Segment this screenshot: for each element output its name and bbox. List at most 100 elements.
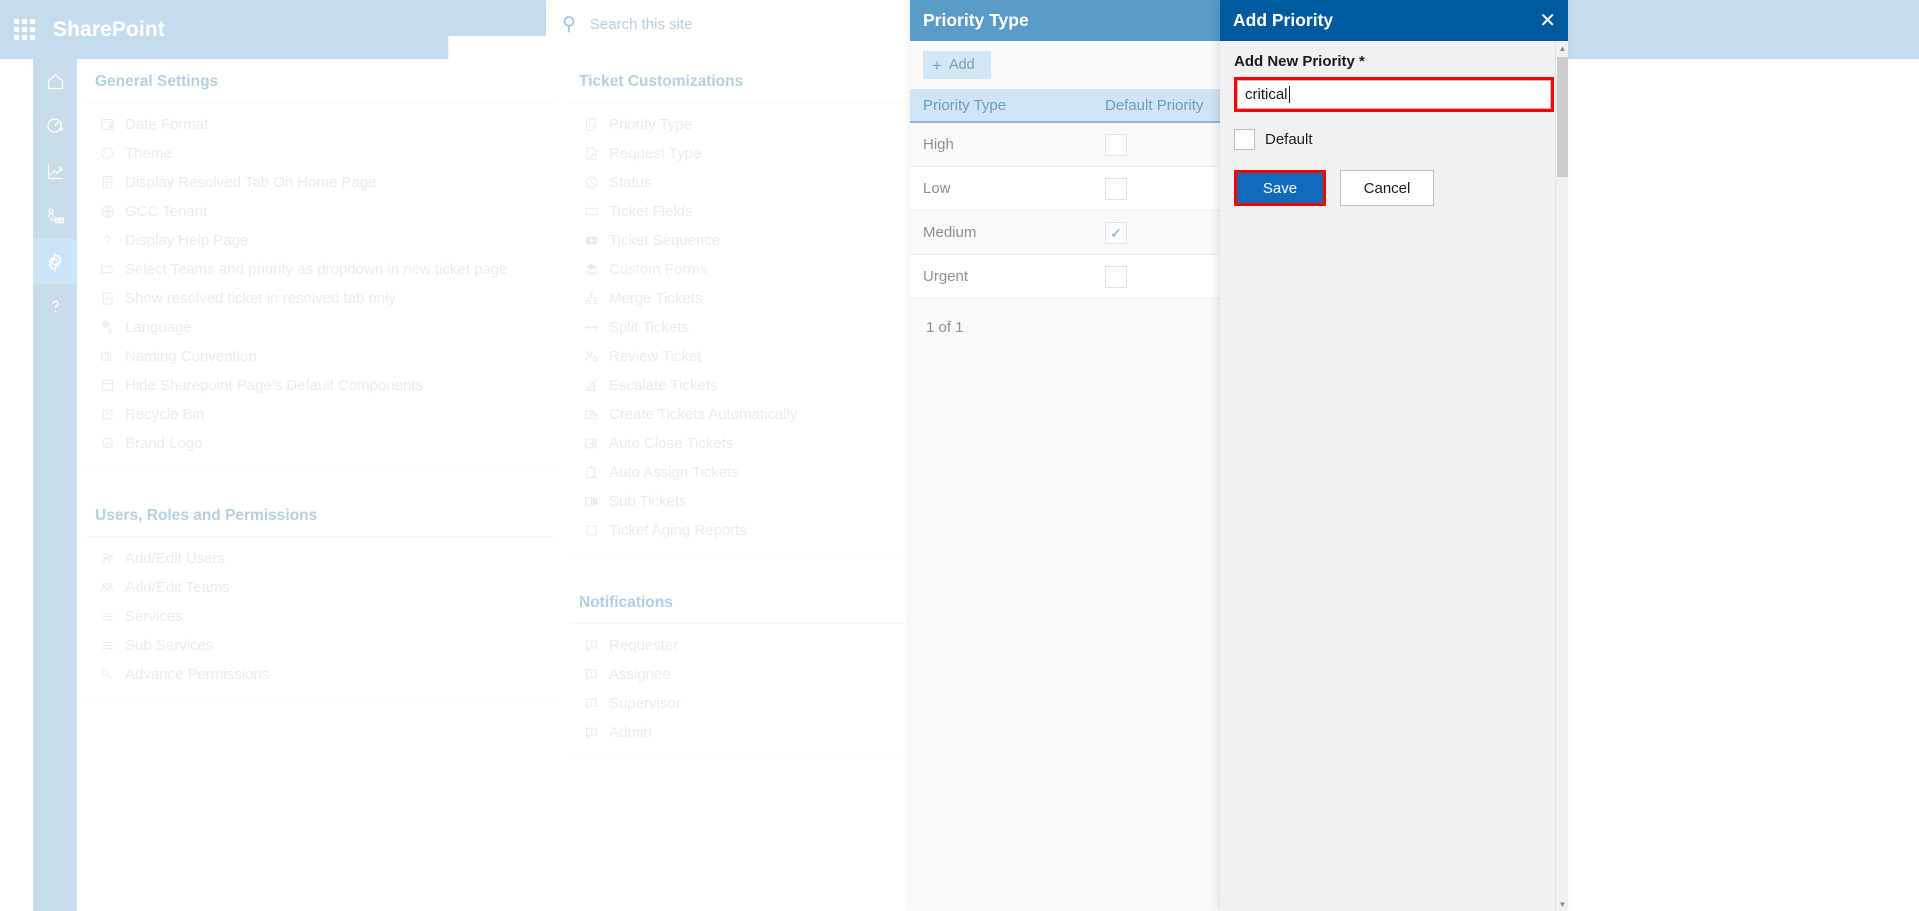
setting-notify-supervisor[interactable]: Supervisor [569,689,919,718]
sequence-icon [583,232,600,249]
settings-group-general: General Settings Date Format Theme Displ… [85,59,555,469]
setting-auto-close-tickets[interactable]: Auto Close Tickets [569,429,919,458]
priority-name-input[interactable]: critical [1237,80,1551,109]
question-mark-icon [99,232,116,249]
setting-priority-type[interactable]: Priority Type [569,110,919,139]
chevron-up-icon[interactable]: ▲ [1556,41,1569,55]
setting-sub-tickets[interactable]: Sub Tickets [569,487,919,516]
setting-brand-logo[interactable]: Brand Logo [85,429,555,458]
setting-request-type[interactable]: Request Type [569,139,919,168]
setting-ticket-fields[interactable]: Ticket Fields [569,197,919,226]
setting-label: Theme [125,145,172,162]
setting-label: Sub Tickets [609,493,687,510]
setting-escalate-tickets[interactable]: Escalate Tickets [569,371,919,400]
setting-naming-convention[interactable]: Naming Convention [85,342,555,371]
close-icon[interactable]: ✕ [1539,11,1556,31]
app-launcher-icon[interactable] [13,19,35,41]
rail-item-home[interactable] [33,59,77,104]
column-header-priority-type[interactable]: Priority Type [910,97,1105,114]
setting-notify-assignee[interactable]: Assignee [569,660,919,689]
cancel-button[interactable]: Cancel [1340,170,1434,206]
setting-label: Supervisor [609,695,681,712]
default-priority-checkbox[interactable] [1105,177,1127,200]
setting-label: Auto Close Tickets [609,435,734,452]
rail-item-dashboard[interactable] [33,104,77,149]
document-icon [99,290,116,307]
required-asterisk: * [1359,53,1365,70]
add-priority-panel-title: Add Priority [1233,10,1334,30]
organization-people-icon [45,206,66,227]
comment-alert-icon [583,695,600,712]
setting-label: Ticket Sequence [609,232,721,249]
setting-notify-admin[interactable]: Admin [569,718,919,747]
setting-add-edit-users[interactable]: Add/Edit Users [85,544,555,573]
rail-item-help[interactable] [33,284,77,329]
setting-status[interactable]: Status [569,168,919,197]
setting-theme[interactable]: Theme [85,139,555,168]
setting-services[interactable]: Services [85,602,555,631]
setting-label: Show resolved ticket in resolved tab onl… [125,290,396,307]
table-row[interactable]: Urgent [910,255,1220,299]
setting-language[interactable]: Language [85,313,555,342]
vertical-scrollbar[interactable]: ▲ ▼ [1555,41,1568,911]
setting-label: Ticket Fields [609,203,693,220]
setting-label: Admin [609,724,652,741]
group-title: Notifications [569,580,919,624]
default-priority-checkbox[interactable] [1105,133,1127,156]
setting-sub-services[interactable]: Sub Services [85,631,555,660]
scrollbar-thumb[interactable] [1557,57,1568,177]
default-checkbox[interactable] [1234,129,1255,150]
search-icon: ⚲ [562,13,576,35]
rail-item-analytics[interactable] [33,149,77,194]
rail-item-settings[interactable] [33,239,77,284]
setting-notify-requester[interactable]: Requester [569,631,919,660]
setting-ticket-sequence[interactable]: Ticket Sequence [569,226,919,255]
dropdown-icon [99,261,116,278]
panels-icon [583,493,600,510]
table-row[interactable]: Medium ✓ [910,211,1220,255]
setting-display-resolved-tab[interactable]: Display Resolved Tab On Home Page [85,168,555,197]
checkmark-icon: ✓ [1110,224,1122,241]
table-row[interactable]: High [910,123,1220,167]
rail-item-teams[interactable] [33,194,77,239]
table-row[interactable]: Low [910,167,1220,211]
setting-auto-assign-tickets[interactable]: Auto Assign Tickets [569,458,919,487]
chevron-down-icon[interactable]: ▼ [1556,897,1569,911]
comment-alert-icon [583,724,600,741]
setting-date-format[interactable]: Date Format [85,110,555,139]
setting-hide-default-components[interactable]: Hide Sharepoint Page's Default Component… [85,371,555,400]
column-header-default-priority[interactable]: Default Priority [1105,97,1220,114]
setting-advance-permissions[interactable]: Advance Permissions [85,660,555,689]
group-title: Users, Roles and Permissions [85,493,555,537]
setting-custom-forms[interactable]: Custom Forms [569,255,919,284]
clock-icon [583,174,600,191]
setting-show-resolved-ticket[interactable]: Show resolved ticket in resolved tab onl… [85,284,555,313]
priority-grid-header: Priority Type Default Priority [910,89,1220,123]
setting-split-tickets[interactable]: Split Tickets [569,313,919,342]
cell-priority-name: High [923,136,954,153]
add-priority-button[interactable]: + Add [923,51,991,79]
page-layout-icon [99,377,116,394]
search-input[interactable]: Search this site [590,16,693,33]
setting-create-tickets-automatically[interactable]: Create Tickets Automatically [569,400,919,429]
save-button[interactable]: Save [1237,173,1323,203]
setting-add-edit-teams[interactable]: Add/Edit Teams [85,573,555,602]
dashboard-gauge-icon [45,116,66,137]
setting-ticket-aging-reports[interactable]: Ticket Aging Reports [569,516,919,545]
default-priority-checkbox[interactable] [1105,265,1127,288]
setting-label: Custom Forms [609,261,708,278]
default-priority-checkbox[interactable]: ✓ [1105,221,1127,244]
setting-merge-tickets[interactable]: Merge Tickets [569,284,919,313]
setting-label: Assignee [609,666,671,683]
setting-select-teams-priority-dropdown[interactable]: Select Teams and priority as dropdown in… [85,255,555,284]
setting-gcc-tenant[interactable]: GCC Tenant [85,197,555,226]
home-icon [45,71,66,92]
globe-icon [99,203,116,220]
settings-group-notifications: Notifications Requester Assignee Supervi… [569,580,919,758]
merge-icon [583,290,600,307]
default-checkbox-row[interactable]: Default [1234,129,1554,150]
setting-recycle-bin[interactable]: Recycle Bin [85,400,555,429]
setting-display-help-page[interactable]: Display Help Page [85,226,555,255]
setting-label: GCC Tenant [125,203,208,220]
setting-review-ticket[interactable]: Review Ticket [569,342,919,371]
